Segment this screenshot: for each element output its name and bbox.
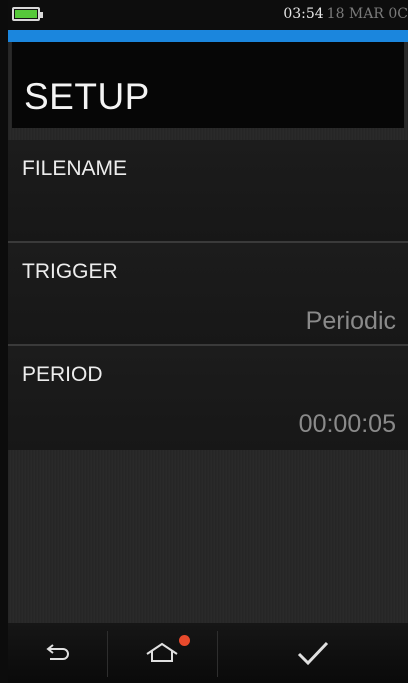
home-button[interactable] [108, 623, 216, 683]
status-time: 03:54 [283, 6, 324, 22]
navigation-bar [8, 623, 408, 683]
setting-label-trigger: TRIGGER [22, 260, 118, 283]
status-bar: 03:54 18 MAR 0C [8, 0, 408, 30]
status-clock: 03:54 18 MAR 0C [283, 6, 408, 22]
device-screen: 03:54 18 MAR 0C SETUP FILENAME TRIGGER Pe… [8, 0, 408, 683]
title-bar: SETUP [12, 42, 404, 128]
setting-row-period[interactable]: PERIOD 00:00:05 [8, 346, 408, 450]
accent-bar [8, 30, 408, 42]
battery-icon [12, 7, 43, 21]
checkmark-icon [297, 641, 329, 666]
back-button[interactable] [8, 623, 106, 683]
setting-label-period: PERIOD [22, 363, 103, 386]
setting-row-trigger[interactable]: TRIGGER Periodic [8, 243, 408, 346]
setting-row-filename[interactable]: FILENAME [8, 140, 408, 243]
settings-list: FILENAME TRIGGER Periodic PERIOD 00:00:0… [8, 140, 408, 450]
notification-dot [179, 635, 190, 646]
back-arrow-icon [46, 644, 69, 660]
status-date: 18 MAR 0C [326, 6, 408, 22]
setting-value-trigger: Periodic [305, 307, 396, 335]
setting-label-filename: FILENAME [22, 157, 128, 180]
setting-value-period: 00:00:05 [298, 410, 396, 438]
home-icon [146, 642, 178, 662]
page-title: SETUP [24, 76, 150, 117]
confirm-button[interactable] [218, 623, 408, 683]
